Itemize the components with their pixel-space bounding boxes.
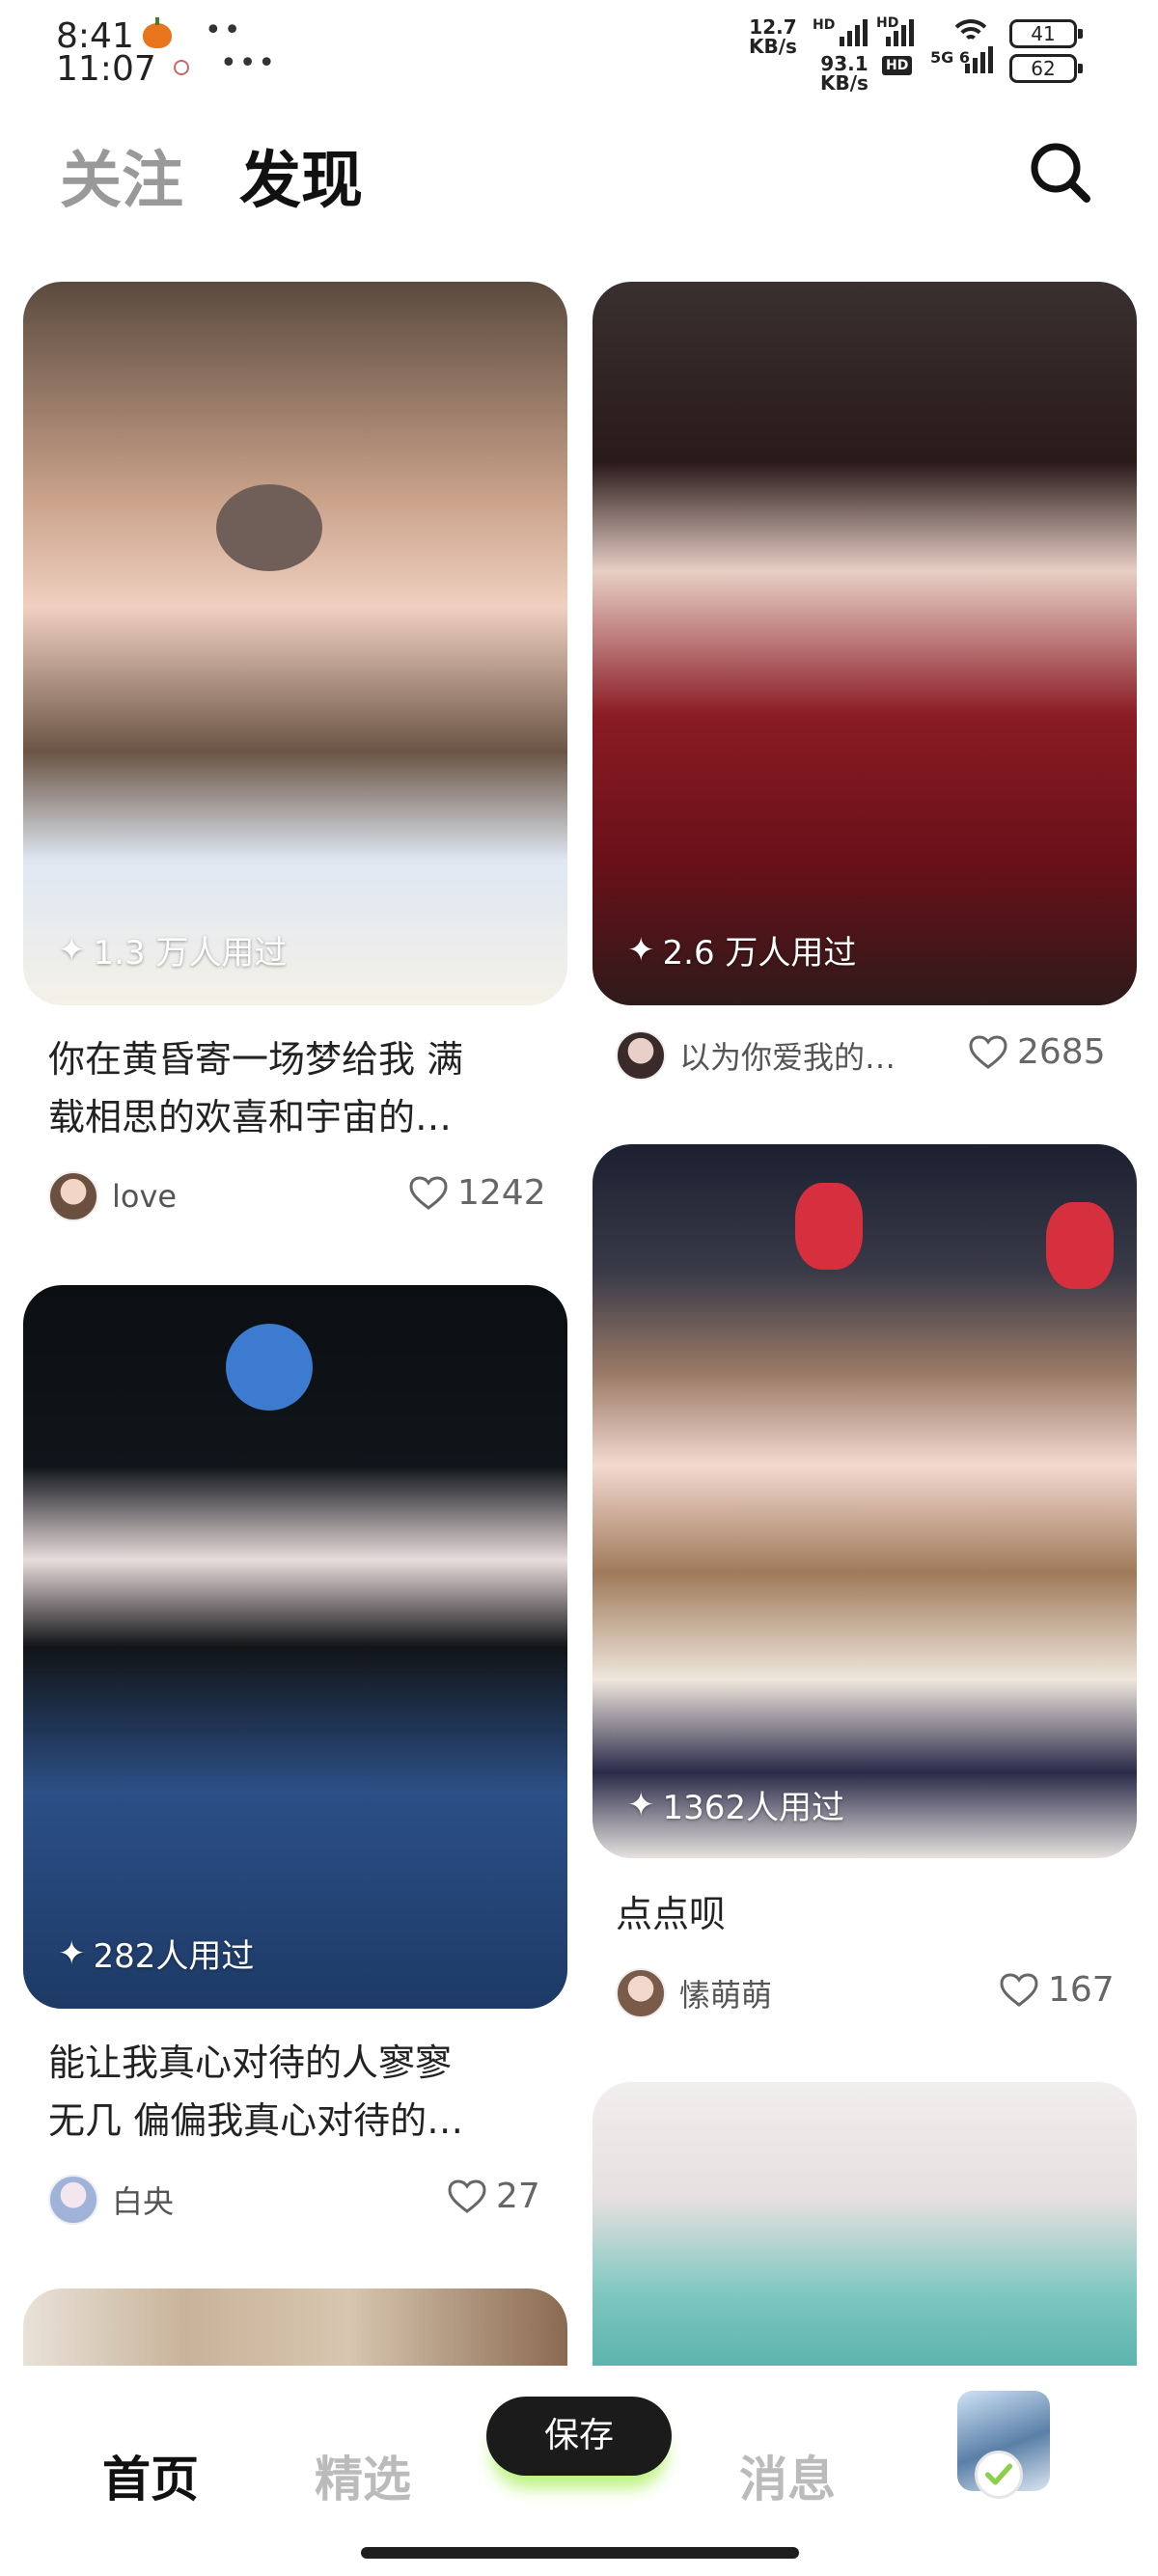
card-author[interactable]: love <box>48 1171 177 1221</box>
avatar <box>48 2175 98 2225</box>
heart-icon <box>969 1034 1007 1069</box>
used-count: ✦ 1.3 万人用过 <box>58 926 287 973</box>
nav-home[interactable]: 首页 <box>102 2441 199 2510</box>
used-count: ✦ 282人用过 <box>58 1930 254 1977</box>
top-tab-bar: 关注 发现 <box>0 116 1158 222</box>
network-type-label: 5G 6 <box>930 48 970 67</box>
tab-discover-label: 发现 <box>239 146 363 217</box>
wifi-icon <box>948 17 994 44</box>
heart-icon <box>409 1175 448 1210</box>
card-title-line: 点点呗 <box>616 1893 727 1935</box>
verified-check-icon <box>975 2451 1023 2499</box>
author-name: 白央 <box>112 2183 175 2220</box>
used-count: ✦ 1362人用过 <box>627 1781 844 1828</box>
tab-discover[interactable]: 发现 <box>232 131 371 220</box>
card-photo <box>593 282 1137 1005</box>
card-title-line: 无几 偏偏我真心对待的… <box>48 2099 464 2142</box>
heart-icon <box>448 2179 486 2213</box>
card-author[interactable]: 愫萌萌 <box>616 1968 772 2018</box>
sparkle-icon: ✦ <box>58 1933 86 1973</box>
status-bar: 8:41 11:07 •• ••• 12.7 KB/s 93.1 KB/s HD… <box>0 0 1158 106</box>
like-button[interactable]: 27 <box>448 2177 540 2216</box>
net-speed-download: 93.1 KB/s <box>820 52 868 95</box>
tab-follow[interactable]: 关注 <box>60 131 183 220</box>
like-count: 2685 <box>1017 1032 1106 1072</box>
avatar <box>616 1030 666 1081</box>
author-name: 以为你爱我的… <box>679 1039 896 1076</box>
heart-icon <box>1000 1972 1038 2007</box>
card-title-line: 能让我真心对待的人寥寥 <box>48 2042 453 2084</box>
signal-strength-icon <box>840 19 868 46</box>
like-count: 1242 <box>457 1173 546 1213</box>
like-count: 167 <box>1048 1970 1115 2010</box>
home-indicator[interactable] <box>361 2547 799 2559</box>
like-button[interactable]: 2685 <box>969 1032 1106 1072</box>
status-time-secondary: 11:07 <box>56 49 156 89</box>
card-title[interactable]: 能让我真心对待的人寥寥 无几 偏偏我真心对待的… <box>48 2034 550 2150</box>
card-title[interactable]: 你在黄昏寄一场梦给我 满 载相思的欢喜和宇宙的… <box>48 1030 550 1146</box>
search-button[interactable] <box>1027 139 1094 206</box>
card-photo <box>23 282 567 1005</box>
net-speed-upload: 12.7 KB/s <box>749 15 797 58</box>
card-title[interactable]: 点点呗 <box>616 1885 1117 1943</box>
feed-card-image[interactable]: ✦ 282人用过 <box>23 1285 567 2009</box>
used-count-label: 1362人用过 <box>662 1789 845 1827</box>
nav-messages[interactable]: 消息 <box>739 2441 836 2510</box>
more-notifications-icon: •• <box>205 14 243 47</box>
red-bow-hairpin <box>795 1183 863 1270</box>
bottom-nav-bar: 首页 精选 保存 消息 <box>0 2366 1158 2576</box>
card-title-line: 载相思的欢喜和宇宙的… <box>48 1096 453 1138</box>
signal-strength-icon <box>965 46 993 73</box>
filter-nose-sticker <box>216 484 322 571</box>
save-button[interactable]: 保存 <box>486 2397 672 2476</box>
avatar <box>48 1171 98 1221</box>
avatar <box>616 1968 666 2018</box>
author-name: 愫萌萌 <box>679 1977 773 2014</box>
used-count-label: 282人用过 <box>93 1937 255 1976</box>
like-button[interactable]: 167 <box>1000 1970 1115 2010</box>
used-count-label: 2.6 万人用过 <box>662 934 857 973</box>
feed-card-image[interactable]: ✦ 1.3 万人用过 <box>23 282 567 1005</box>
used-count-label: 1.3 万人用过 <box>93 934 288 973</box>
used-count: ✦ 2.6 万人用过 <box>627 926 856 973</box>
feed-card-image[interactable]: ✦ 2.6 万人用过 <box>593 282 1137 1005</box>
battery-icon: 62 <box>1009 54 1083 83</box>
sparkle-icon: ✦ <box>58 930 86 970</box>
author-name: love <box>112 1178 178 1215</box>
battery-icon: 41 <box>1009 19 1083 48</box>
search-icon <box>1031 143 1090 203</box>
nav-featured[interactable]: 精选 <box>315 2441 411 2510</box>
feed-card-image[interactable]: ✦ 1362人用过 <box>593 1144 1137 1858</box>
sparkle-icon: ✦ <box>627 930 655 970</box>
card-title-line: 你在黄昏寄一场梦给我 满 <box>48 1038 464 1081</box>
hd-badge: HD <box>882 56 913 75</box>
hd-label: HD <box>813 17 836 33</box>
card-author[interactable]: 白央 <box>48 2175 174 2225</box>
pumpkin-icon <box>143 17 172 48</box>
red-bow-hairpin <box>1046 1202 1114 1289</box>
card-author[interactable]: 以为你爱我的… <box>616 1030 896 1081</box>
sparkle-icon: ✦ <box>627 1785 655 1824</box>
signal-strength-icon <box>886 19 914 46</box>
like-count: 27 <box>496 2177 540 2216</box>
like-button[interactable]: 1242 <box>409 1173 546 1213</box>
blue-flower-hairpin <box>226 1324 313 1411</box>
more-notifications-icon: ••• <box>220 46 278 80</box>
moon-icon <box>174 60 189 75</box>
